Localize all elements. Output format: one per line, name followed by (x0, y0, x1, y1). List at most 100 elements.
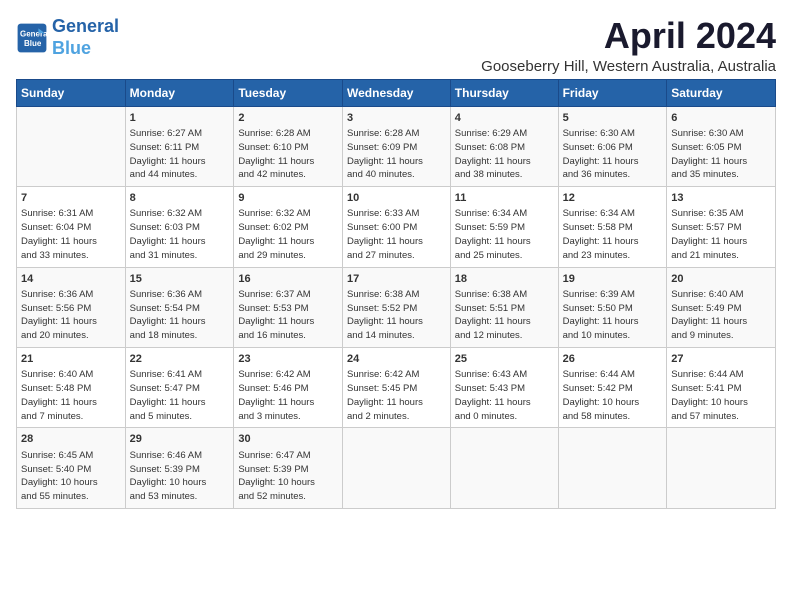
day-content: Sunrise: 6:47 AM Sunset: 5:39 PM Dayligh… (238, 449, 338, 504)
calendar-cell: 27Sunrise: 6:44 AM Sunset: 5:41 PM Dayli… (667, 347, 776, 427)
day-content: Sunrise: 6:38 AM Sunset: 5:51 PM Dayligh… (455, 288, 554, 343)
day-number: 28 (21, 432, 121, 447)
calendar-week-row: 7Sunrise: 6:31 AM Sunset: 6:04 PM Daylig… (17, 187, 776, 267)
day-content: Sunrise: 6:28 AM Sunset: 6:09 PM Dayligh… (347, 127, 446, 182)
calendar-cell: 28 Sunrise: 6:45 AM Sunset: 5:40 PM Dayli… (17, 428, 126, 508)
weekday-header: Thursday (450, 79, 558, 106)
calendar-cell: 30 Sunrise: 6:47 AM Sunset: 5:39 PM Dayli… (234, 428, 343, 508)
calendar-cell: 18Sunrise: 6:38 AM Sunset: 5:51 PM Dayli… (450, 267, 558, 347)
day-number: 22 (130, 352, 230, 367)
day-content: Sunrise: 6:31 AM Sunset: 6:04 PM Dayligh… (21, 207, 121, 262)
logo-icon: General Blue (16, 22, 48, 54)
calendar-body: 1Sunrise: 6:27 AM Sunset: 6:11 PM Daylig… (17, 106, 776, 508)
day-number: 10 (347, 191, 446, 206)
day-number: 6 (671, 111, 771, 126)
day-content: Sunrise: 6:30 AM Sunset: 6:06 PM Dayligh… (563, 127, 663, 182)
calendar-cell: 6Sunrise: 6:30 AM Sunset: 6:05 PM Daylig… (667, 106, 776, 186)
day-number: 24 (347, 352, 446, 367)
day-number: 30 (238, 432, 338, 447)
calendar-cell: 21Sunrise: 6:40 AM Sunset: 5:48 PM Dayli… (17, 347, 126, 427)
day-content: Sunrise: 6:32 AM Sunset: 6:03 PM Dayligh… (130, 207, 230, 262)
day-number: 25 (455, 352, 554, 367)
day-number: 20 (671, 272, 771, 287)
calendar-cell: 3Sunrise: 6:28 AM Sunset: 6:09 PM Daylig… (343, 106, 451, 186)
calendar-cell: 20Sunrise: 6:40 AM Sunset: 5:49 PM Dayli… (667, 267, 776, 347)
day-number: 13 (671, 191, 771, 206)
day-number: 18 (455, 272, 554, 287)
day-content: Sunrise: 6:42 AM Sunset: 5:46 PM Dayligh… (238, 368, 338, 423)
day-number: 15 (130, 272, 230, 287)
calendar-cell: 11Sunrise: 6:34 AM Sunset: 5:59 PM Dayli… (450, 187, 558, 267)
calendar-cell (558, 428, 667, 508)
calendar-cell: 9Sunrise: 6:32 AM Sunset: 6:02 PM Daylig… (234, 187, 343, 267)
weekday-header: Monday (125, 79, 234, 106)
calendar-cell: 4Sunrise: 6:29 AM Sunset: 6:08 PM Daylig… (450, 106, 558, 186)
day-content: Sunrise: 6:39 AM Sunset: 5:50 PM Dayligh… (563, 288, 663, 343)
calendar-cell (17, 106, 126, 186)
day-number: 19 (563, 272, 663, 287)
day-content: Sunrise: 6:28 AM Sunset: 6:10 PM Dayligh… (238, 127, 338, 182)
location-title: Gooseberry Hill, Western Australia, Aust… (481, 58, 776, 75)
day-number: 27 (671, 352, 771, 367)
calendar-cell: 23Sunrise: 6:42 AM Sunset: 5:46 PM Dayli… (234, 347, 343, 427)
calendar-cell: 16Sunrise: 6:37 AM Sunset: 5:53 PM Dayli… (234, 267, 343, 347)
day-content: Sunrise: 6:36 AM Sunset: 5:56 PM Dayligh… (21, 288, 121, 343)
page-header: General Blue GeneralBlue April 2024 Goos… (16, 16, 776, 75)
day-content: Sunrise: 6:37 AM Sunset: 5:53 PM Dayligh… (238, 288, 338, 343)
day-number: 16 (238, 272, 338, 287)
day-number: 9 (238, 191, 338, 206)
day-content: Sunrise: 6:29 AM Sunset: 6:08 PM Dayligh… (455, 127, 554, 182)
weekday-header: Saturday (667, 79, 776, 106)
svg-text:Blue: Blue (24, 39, 42, 48)
weekday-header: Sunday (17, 79, 126, 106)
day-number: 4 (455, 111, 554, 126)
calendar-cell: 5Sunrise: 6:30 AM Sunset: 6:06 PM Daylig… (558, 106, 667, 186)
calendar-cell (450, 428, 558, 508)
calendar-cell: 29 Sunrise: 6:46 AM Sunset: 5:39 PM Dayli… (125, 428, 234, 508)
calendar-week-row: 28 Sunrise: 6:45 AM Sunset: 5:40 PM Dayli… (17, 428, 776, 508)
calendar-cell: 25Sunrise: 6:43 AM Sunset: 5:43 PM Dayli… (450, 347, 558, 427)
day-content: Sunrise: 6:30 AM Sunset: 6:05 PM Dayligh… (671, 127, 771, 182)
month-title: April 2024 (481, 16, 776, 56)
day-number: 7 (21, 191, 121, 206)
calendar-cell: 26Sunrise: 6:44 AM Sunset: 5:42 PM Dayli… (558, 347, 667, 427)
title-block: April 2024 Gooseberry Hill, Western Aust… (481, 16, 776, 75)
day-content: Sunrise: 6:44 AM Sunset: 5:42 PM Dayligh… (563, 368, 663, 423)
day-content: Sunrise: 6:45 AM Sunset: 5:40 PM Dayligh… (21, 449, 121, 504)
day-content: Sunrise: 6:46 AM Sunset: 5:39 PM Dayligh… (130, 449, 230, 504)
calendar-cell: 7Sunrise: 6:31 AM Sunset: 6:04 PM Daylig… (17, 187, 126, 267)
calendar-cell: 13Sunrise: 6:35 AM Sunset: 5:57 PM Dayli… (667, 187, 776, 267)
day-number: 23 (238, 352, 338, 367)
day-number: 17 (347, 272, 446, 287)
calendar-cell: 24Sunrise: 6:42 AM Sunset: 5:45 PM Dayli… (343, 347, 451, 427)
weekday-header: Wednesday (343, 79, 451, 106)
calendar-cell: 15Sunrise: 6:36 AM Sunset: 5:54 PM Dayli… (125, 267, 234, 347)
calendar-cell: 14Sunrise: 6:36 AM Sunset: 5:56 PM Dayli… (17, 267, 126, 347)
day-content: Sunrise: 6:41 AM Sunset: 5:47 PM Dayligh… (130, 368, 230, 423)
day-number: 2 (238, 111, 338, 126)
day-content: Sunrise: 6:34 AM Sunset: 5:59 PM Dayligh… (455, 207, 554, 262)
day-content: Sunrise: 6:27 AM Sunset: 6:11 PM Dayligh… (130, 127, 230, 182)
calendar-cell: 17Sunrise: 6:38 AM Sunset: 5:52 PM Dayli… (343, 267, 451, 347)
calendar-week-row: 21Sunrise: 6:40 AM Sunset: 5:48 PM Dayli… (17, 347, 776, 427)
weekday-header: Friday (558, 79, 667, 106)
day-number: 21 (21, 352, 121, 367)
day-number: 12 (563, 191, 663, 206)
calendar-week-row: 14Sunrise: 6:36 AM Sunset: 5:56 PM Dayli… (17, 267, 776, 347)
logo-text: GeneralBlue (52, 16, 119, 59)
calendar-cell (667, 428, 776, 508)
day-number: 14 (21, 272, 121, 287)
day-number: 1 (130, 111, 230, 126)
calendar-cell: 10Sunrise: 6:33 AM Sunset: 6:00 PM Dayli… (343, 187, 451, 267)
day-number: 29 (130, 432, 230, 447)
day-content: Sunrise: 6:43 AM Sunset: 5:43 PM Dayligh… (455, 368, 554, 423)
calendar-cell: 8Sunrise: 6:32 AM Sunset: 6:03 PM Daylig… (125, 187, 234, 267)
day-content: Sunrise: 6:36 AM Sunset: 5:54 PM Dayligh… (130, 288, 230, 343)
calendar-cell: 19Sunrise: 6:39 AM Sunset: 5:50 PM Dayli… (558, 267, 667, 347)
logo: General Blue GeneralBlue (16, 16, 119, 59)
day-content: Sunrise: 6:40 AM Sunset: 5:49 PM Dayligh… (671, 288, 771, 343)
day-content: Sunrise: 6:42 AM Sunset: 5:45 PM Dayligh… (347, 368, 446, 423)
weekday-header: Tuesday (234, 79, 343, 106)
day-content: Sunrise: 6:33 AM Sunset: 6:00 PM Dayligh… (347, 207, 446, 262)
day-content: Sunrise: 6:32 AM Sunset: 6:02 PM Dayligh… (238, 207, 338, 262)
